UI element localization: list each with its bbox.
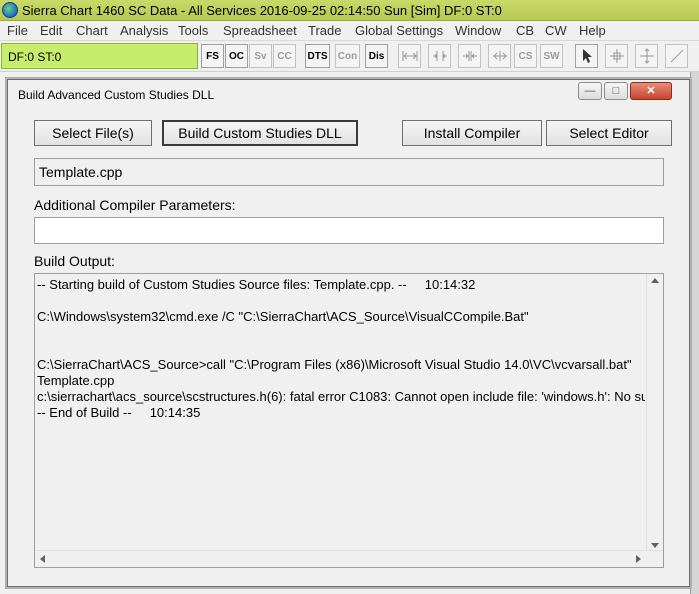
sw-button[interactable]: SW: [540, 44, 563, 68]
crosshair-icon[interactable]: [605, 44, 628, 68]
background-window-edge: [690, 72, 699, 594]
menu-trade[interactable]: Trade: [308, 23, 341, 38]
minimize-icon: —: [584, 84, 596, 97]
horizontal-scrollbar[interactable]: [35, 550, 663, 567]
dis-button[interactable]: Dis: [365, 44, 388, 68]
select-editor-button[interactable]: Select Editor: [546, 120, 672, 146]
app-title-bar: Sierra Chart 1460 SC Data - All Services…: [0, 0, 699, 21]
vertical-scrollbar[interactable]: [646, 274, 663, 552]
con-button[interactable]: Con: [335, 44, 360, 68]
connection-status: DF:0 ST:0: [8, 50, 62, 64]
bar-spacing-increase-icon[interactable]: [428, 44, 451, 68]
fs-button[interactable]: FS: [201, 44, 224, 68]
params-label: Additional Compiler Parameters:: [34, 197, 236, 213]
connection-status-box: DF:0 ST:0: [1, 43, 198, 69]
build-output-text: -- Starting build of Custom Studies Sour…: [37, 277, 645, 420]
pointer-icon[interactable]: [575, 44, 598, 68]
scroll-down-icon[interactable]: [651, 543, 659, 548]
cursor-line-icon[interactable]: [635, 44, 658, 68]
menu-chart[interactable]: Chart: [76, 23, 108, 38]
menu-cb[interactable]: CB: [516, 23, 534, 38]
build-output-area[interactable]: -- Starting build of Custom Studies Sour…: [34, 273, 664, 568]
dialog-title: Build Advanced Custom Studies DLL: [18, 88, 215, 102]
cs-button[interactable]: CS: [514, 44, 537, 68]
menu-global-settings[interactable]: Global Settings: [355, 23, 443, 38]
scroll-up-icon[interactable]: [651, 278, 659, 283]
compiler-params-input[interactable]: [34, 217, 664, 244]
menu-edit[interactable]: Edit: [40, 23, 62, 38]
dts-button[interactable]: DTS: [305, 44, 330, 68]
maximize-button[interactable]: □: [604, 82, 628, 100]
scroll-left-icon[interactable]: [40, 555, 45, 563]
minimize-button[interactable]: —: [578, 82, 602, 100]
output-label: Build Output:: [34, 253, 115, 269]
app-title: Sierra Chart 1460 SC Data - All Services…: [22, 3, 502, 18]
cc-button[interactable]: CC: [273, 44, 296, 68]
bar-spacing-fit-icon[interactable]: [488, 44, 511, 68]
menu-window[interactable]: Window: [455, 23, 501, 38]
menu-spreadsheet[interactable]: Spreadsheet: [223, 23, 297, 38]
menu-tools[interactable]: Tools: [178, 23, 208, 38]
app-globe-icon: [2, 2, 18, 18]
menu-analysis[interactable]: Analysis: [120, 23, 168, 38]
sv-button[interactable]: Sv: [249, 44, 272, 68]
select-files-button[interactable]: Select File(s): [34, 120, 152, 146]
bar-spacing-icon[interactable]: [398, 44, 421, 68]
menu-bar: File Edit Chart Analysis Tools Spreadshe…: [0, 21, 699, 41]
close-button[interactable]: ✕: [630, 82, 672, 100]
menu-help[interactable]: Help: [579, 23, 606, 38]
maximize-icon: □: [612, 84, 620, 97]
scroll-right-icon[interactable]: [636, 555, 641, 563]
selected-file-box: Template.cpp: [34, 158, 664, 186]
oc-button[interactable]: OC: [225, 44, 248, 68]
dialog-body: Select File(s) Build Custom Studies DLL …: [16, 110, 683, 580]
build-dll-dialog: Build Advanced Custom Studies DLL — □ ✕ …: [7, 79, 690, 587]
toolbar: DF:0 ST:0 FS OC Sv CC DTS Con Dis CS SW: [0, 41, 699, 72]
build-dll-button[interactable]: Build Custom Studies DLL: [162, 120, 358, 146]
dialog-title-bar: Build Advanced Custom Studies DLL — □ ✕: [8, 80, 689, 107]
install-compiler-button[interactable]: Install Compiler: [402, 120, 542, 146]
close-icon: ✕: [646, 84, 656, 97]
menu-file[interactable]: File: [7, 23, 28, 38]
menu-cw[interactable]: CW: [545, 23, 567, 38]
bar-spacing-decrease-icon[interactable]: [458, 44, 481, 68]
selected-file: Template.cpp: [39, 164, 123, 180]
draw-line-icon[interactable]: [665, 44, 688, 68]
